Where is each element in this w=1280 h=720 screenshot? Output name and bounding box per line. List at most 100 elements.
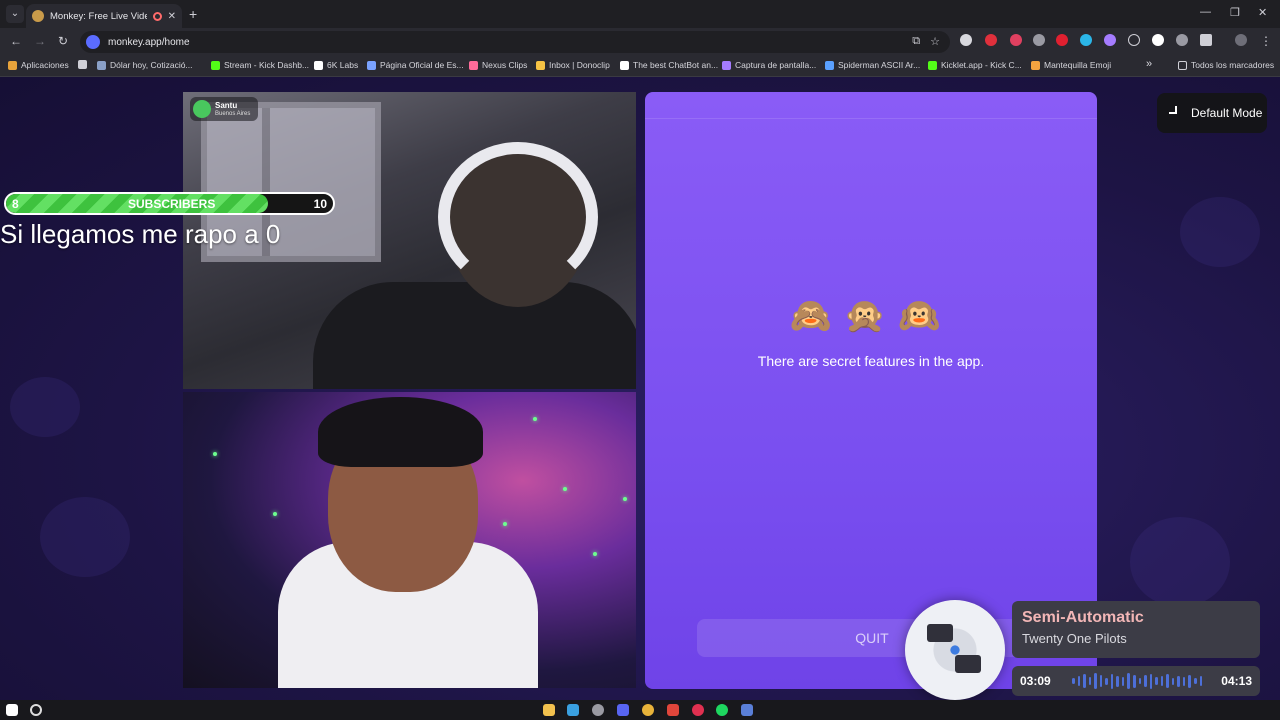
browser-tab-bar: ⌄ Monkey: Free Live Video Ch ✕ + — ❐ ✕ xyxy=(0,0,1280,28)
waveform-bar xyxy=(1110,673,1114,689)
bookmark-star-icon[interactable]: ☆ xyxy=(930,35,940,48)
album-art-disc xyxy=(905,600,1005,700)
waveform-bar xyxy=(1199,676,1203,686)
bookmark-item[interactable]: Mantequilla Emoji xyxy=(1031,60,1111,70)
song-title: Semi-Automatic xyxy=(1022,609,1144,626)
new-tab-button[interactable]: + xyxy=(189,6,197,22)
waveform-bar xyxy=(1149,673,1153,689)
waveform-bar xyxy=(1155,677,1158,685)
address-bar[interactable]: monkey.app/home ⧉ ☆ xyxy=(80,31,950,53)
now-playing-card: Semi-Automatic Twenty One Pilots xyxy=(1012,601,1260,658)
bookmark-item[interactable]: The best ChatBot an... xyxy=(620,60,718,70)
bookmark-item[interactable]: Aplicaciones xyxy=(8,60,69,70)
site-info-icon[interactable] xyxy=(86,35,100,49)
browser-menu-icon[interactable]: ⋮ xyxy=(1260,34,1272,48)
person-shirt xyxy=(313,282,636,389)
bookmark-item[interactable]: Inbox | Donoclip xyxy=(536,60,610,70)
bookmark-favicon-icon xyxy=(367,60,376,70)
extension-icon[interactable] xyxy=(1033,34,1045,46)
light-star xyxy=(623,497,627,501)
bookmark-item[interactable]: Nexus Clips xyxy=(469,60,527,70)
waveform-bar xyxy=(1133,674,1136,688)
bookmark-favicon-icon xyxy=(928,60,937,70)
tab-search-button[interactable]: ⌄ xyxy=(6,5,24,23)
profile-avatar-icon[interactable] xyxy=(1235,34,1247,46)
minimize-button[interactable]: — xyxy=(1200,6,1211,18)
bookmark-item[interactable]: Captura de pantalla... xyxy=(722,60,816,70)
restore-button[interactable]: ❐ xyxy=(1230,6,1240,19)
reload-icon[interactable]: ↻ xyxy=(58,34,68,48)
panel-divider xyxy=(645,118,1097,119)
browser-tab[interactable]: Monkey: Free Live Video Ch ✕ xyxy=(26,4,182,28)
waveform-bar xyxy=(1127,673,1131,689)
peer-location: Buenos Aires xyxy=(215,110,251,117)
album-figure xyxy=(927,624,953,642)
file-explorer-icon[interactable] xyxy=(543,704,555,716)
bookmark-item[interactable]: Página Oficial de Es... xyxy=(367,60,464,70)
waveform-bar xyxy=(1105,677,1108,685)
bookmark-item[interactable]: Kicklet.app - Kick C... xyxy=(928,60,1022,70)
monkey-favicon-icon xyxy=(32,10,44,22)
default-mode-label: Default Mode xyxy=(1191,106,1263,120)
more-bookmarks-button[interactable]: » xyxy=(1146,58,1152,70)
bookmark-item[interactable]: 6K Labs xyxy=(314,60,358,70)
discord-icon[interactable] xyxy=(617,704,629,716)
peer-avatar xyxy=(193,100,211,118)
folder-icon xyxy=(1178,60,1187,70)
bookmark-item[interactable] xyxy=(78,60,87,69)
extension-icon[interactable] xyxy=(1104,34,1116,46)
app-icon[interactable] xyxy=(741,704,753,716)
extension-icon[interactable] xyxy=(1080,34,1092,46)
background-blob xyxy=(1180,197,1260,267)
spotify-icon[interactable] xyxy=(716,704,728,716)
default-mode-button[interactable]: Default Mode xyxy=(1157,93,1267,133)
playback-time-card: 03:09 04:13 xyxy=(1012,666,1260,696)
secret-features-message: There are secret features in the app. xyxy=(757,353,985,369)
extensions-puzzle-icon[interactable] xyxy=(1200,34,1212,46)
waveform-bar xyxy=(1177,675,1180,687)
install-app-icon[interactable]: ⧉ xyxy=(912,35,920,48)
bookmark-favicon-icon xyxy=(314,60,323,70)
app-icon[interactable] xyxy=(692,704,704,716)
peer-info-badge[interactable]: Santu Buenos Aires xyxy=(190,97,258,121)
tab-close-icon[interactable]: ✕ xyxy=(168,11,176,22)
audio-waveform xyxy=(1072,672,1203,690)
light-star xyxy=(273,512,277,516)
chrome-icon[interactable] xyxy=(642,704,654,716)
search-icon[interactable] xyxy=(30,704,42,716)
bookmark-item[interactable]: Stream - Kick Dashb... xyxy=(211,60,309,70)
extension-icon[interactable] xyxy=(1128,34,1140,46)
subscriber-current: 8 xyxy=(12,197,19,211)
bookmark-item[interactable]: Spiderman ASCII Ar... xyxy=(825,60,920,70)
extension-icon[interactable] xyxy=(1176,34,1188,46)
waveform-bar xyxy=(1182,676,1186,686)
extension-icon[interactable] xyxy=(1152,34,1164,46)
subscriber-goal-bar: 8 SUBSCRIBERS 10 xyxy=(4,192,335,215)
waveform-bar xyxy=(1094,673,1097,689)
light-star xyxy=(213,452,217,456)
bookmark-item[interactable]: Dólar hoy, Cotizació... xyxy=(97,60,193,70)
brave-icon[interactable] xyxy=(667,704,679,716)
headphones-icon xyxy=(438,142,598,292)
all-bookmarks-folder[interactable]: Todos los marcadores xyxy=(1178,60,1274,70)
steam-icon[interactable] xyxy=(567,704,579,716)
close-window-button[interactable]: ✕ xyxy=(1258,6,1267,19)
waveform-bar xyxy=(1171,677,1175,685)
monkey-emojis-icon: 🙈🙊🙉 xyxy=(789,297,953,335)
recording-indicator-icon xyxy=(152,11,162,21)
back-icon[interactable]: ← xyxy=(10,34,22,48)
extension-icon[interactable] xyxy=(960,34,972,46)
light-star xyxy=(503,522,507,526)
extension-icon[interactable] xyxy=(1056,34,1068,46)
waveform-bar xyxy=(1083,674,1086,688)
extension-icon[interactable] xyxy=(1010,34,1022,46)
app-icon[interactable] xyxy=(592,704,604,716)
extension-icon[interactable] xyxy=(985,34,997,46)
windows-start-icon[interactable] xyxy=(6,704,18,716)
song-artist: Twenty One Pilots xyxy=(1022,631,1127,646)
forward-icon[interactable]: → xyxy=(34,34,46,48)
waveform-bar xyxy=(1072,678,1075,684)
url-text: monkey.app/home xyxy=(108,36,190,48)
collapse-icon xyxy=(1169,106,1183,120)
windows-taskbar xyxy=(0,700,1280,720)
